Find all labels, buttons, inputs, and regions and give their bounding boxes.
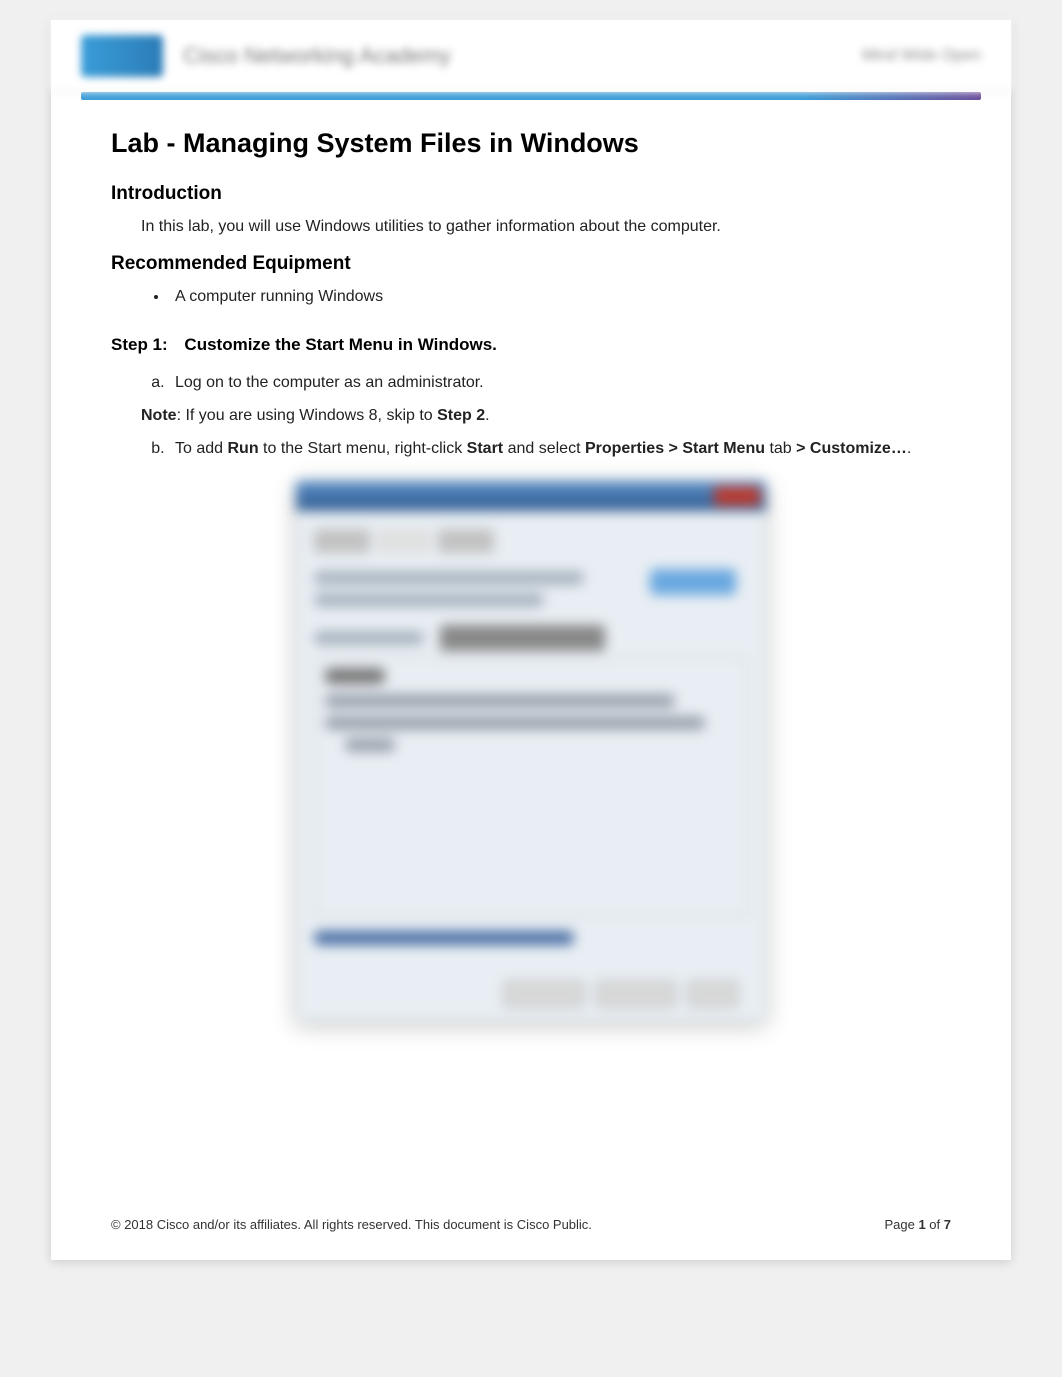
header-brand-text: Cisco Networking Academy bbox=[183, 43, 862, 69]
b-b3: Properties > Start Menu bbox=[585, 440, 765, 457]
dialog-checkbox-line bbox=[325, 716, 705, 730]
note-text-1: : If you are using Windows 8, skip to bbox=[177, 407, 438, 424]
screenshot-dialog-blurred bbox=[296, 481, 766, 1021]
step-1-title: Customize the Start Menu in Windows. bbox=[184, 335, 496, 354]
dialog-tabs bbox=[314, 529, 748, 553]
dialog-customize-button bbox=[650, 569, 736, 595]
step-1-list: Log on to the computer as an administrat… bbox=[169, 369, 951, 396]
dialog-tab bbox=[438, 529, 494, 553]
step-1-heading: Step 1: Customize the Start Menu in Wind… bbox=[111, 335, 951, 355]
dialog-group-label bbox=[325, 668, 385, 684]
intro-heading: Introduction bbox=[111, 183, 951, 205]
step-1-item-a: Log on to the computer as an administrat… bbox=[169, 369, 951, 396]
step-1-item-b: To add Run to the Start menu, right-clic… bbox=[169, 435, 951, 462]
dialog-link bbox=[314, 931, 574, 945]
cisco-logo bbox=[81, 35, 163, 77]
dialog-ok-button bbox=[504, 981, 584, 1007]
b-t2: to the Start menu, right-click bbox=[259, 440, 467, 457]
dialog-cancel-button bbox=[596, 981, 676, 1007]
page-current: 1 bbox=[918, 1217, 925, 1232]
step-1-note: Note: If you are using Windows 8, skip t… bbox=[141, 402, 951, 429]
footer-page-info: Page 1 of 7 bbox=[884, 1217, 951, 1232]
step-1-list-cont: To add Run to the Start menu, right-clic… bbox=[169, 435, 951, 462]
step-1-label: Step 1: bbox=[111, 335, 180, 354]
document-title: Lab - Managing System Files in Windows bbox=[111, 128, 951, 159]
b-t3: and select bbox=[503, 440, 585, 457]
b-t4: tab bbox=[765, 440, 796, 457]
dialog-tab bbox=[314, 529, 370, 553]
dialog-apply-button bbox=[688, 981, 738, 1007]
dialog-text-line bbox=[314, 593, 544, 607]
page-total: 7 bbox=[944, 1217, 951, 1232]
b-t5: . bbox=[907, 440, 911, 457]
dialog-label bbox=[314, 631, 424, 645]
equipment-item: A computer running Windows bbox=[169, 285, 951, 309]
dialog-group-box bbox=[314, 657, 748, 917]
note-text-2: . bbox=[485, 407, 489, 424]
b-t1: To add bbox=[175, 440, 227, 457]
b-b1: Run bbox=[227, 440, 258, 457]
b-b4: > Customize… bbox=[796, 440, 907, 457]
note-bold: Step 2 bbox=[437, 407, 485, 424]
dialog-body bbox=[296, 511, 766, 963]
page-label: Page bbox=[884, 1217, 918, 1232]
equipment-list: A computer running Windows bbox=[169, 285, 951, 309]
dialog-titlebar bbox=[296, 481, 766, 511]
page-footer: © 2018 Cisco and/or its affiliates. All … bbox=[111, 1217, 951, 1232]
close-icon bbox=[714, 487, 760, 505]
footer-copyright: © 2018 Cisco and/or its affiliates. All … bbox=[111, 1217, 592, 1232]
dialog-text-line bbox=[314, 571, 584, 585]
dialog-footer bbox=[296, 981, 766, 1007]
document-page: Cisco Networking Academy Mind Wide Open … bbox=[51, 20, 1011, 1260]
note-label: Note bbox=[141, 407, 177, 424]
dialog-checkbox-line bbox=[325, 694, 675, 708]
page-of: of bbox=[926, 1217, 944, 1232]
dialog-checkbox-line bbox=[345, 738, 395, 752]
intro-text: In this lab, you will use Windows utilit… bbox=[141, 215, 951, 239]
header-underline bbox=[81, 92, 981, 100]
page-header: Cisco Networking Academy Mind Wide Open bbox=[51, 20, 1011, 92]
dialog-dropdown bbox=[440, 625, 605, 651]
header-slogan: Mind Wide Open bbox=[862, 47, 981, 65]
dialog-tab bbox=[376, 529, 432, 553]
b-b2: Start bbox=[467, 440, 503, 457]
equipment-heading: Recommended Equipment bbox=[111, 253, 951, 275]
document-content: Lab - Managing System Files in Windows I… bbox=[51, 100, 1011, 1061]
